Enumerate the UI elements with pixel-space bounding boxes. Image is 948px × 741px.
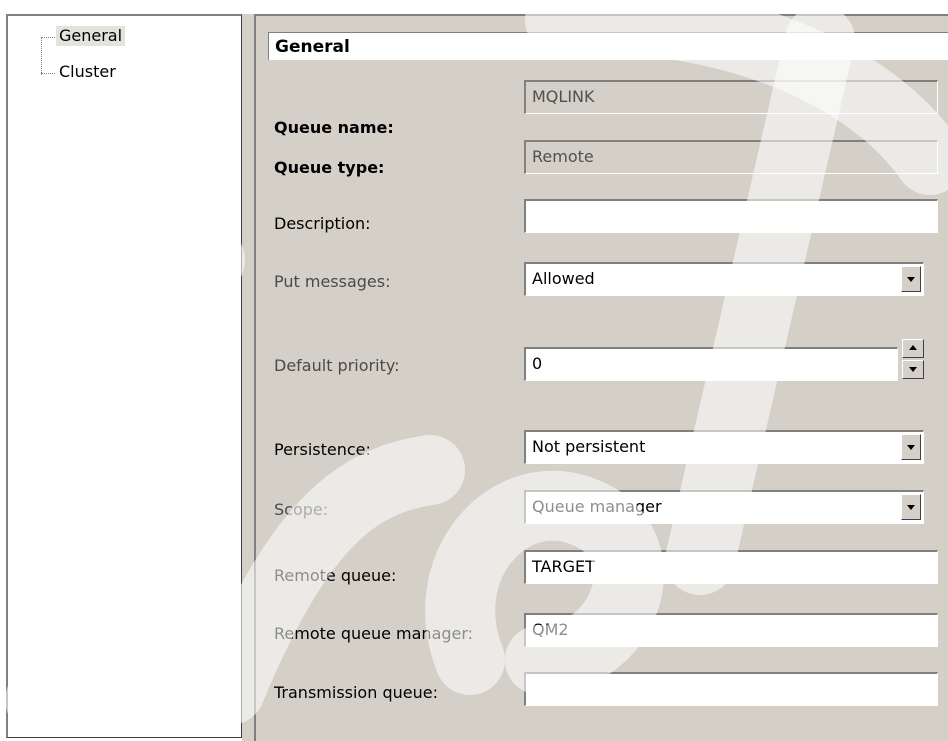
chevron-down-icon bbox=[907, 505, 915, 510]
priority-decrement-button[interactable] bbox=[902, 360, 924, 379]
tree-connector bbox=[41, 73, 55, 74]
chevron-down-icon bbox=[907, 277, 915, 282]
remote-queue-label: Remote queue: bbox=[274, 566, 397, 585]
put-messages-label: Put messages: bbox=[274, 272, 391, 291]
remote-queue-manager-input[interactable]: QM2 bbox=[524, 613, 938, 647]
tree-item-general[interactable]: General bbox=[56, 26, 126, 46]
put-messages-value: Allowed bbox=[532, 269, 595, 288]
properties-window: General Cluster General Queue name: MQLI… bbox=[0, 0, 948, 741]
scope-label: Scope: bbox=[274, 500, 329, 519]
queue-type-field: Remote bbox=[524, 140, 938, 174]
scope-select[interactable]: Queue manager bbox=[524, 490, 924, 524]
remote-queue-input[interactable]: TARGET bbox=[524, 550, 938, 584]
queue-type-label: Queue type: bbox=[274, 158, 385, 177]
persistence-label: Persistence: bbox=[274, 440, 371, 459]
transmission-queue-label: Transmission queue: bbox=[274, 683, 438, 702]
default-priority-input[interactable]: 0 bbox=[524, 347, 898, 381]
persistence-dropdown-button[interactable] bbox=[901, 434, 921, 460]
transmission-queue-input[interactable] bbox=[524, 672, 938, 706]
tree-connector bbox=[41, 37, 55, 38]
tree-connector bbox=[41, 37, 42, 75]
persistence-value: Not persistent bbox=[532, 437, 646, 456]
put-messages-select[interactable]: Allowed bbox=[524, 262, 924, 296]
scope-dropdown-button[interactable] bbox=[901, 494, 921, 520]
description-label: Description: bbox=[274, 214, 371, 233]
navigation-tree: General Cluster bbox=[6, 14, 242, 738]
put-messages-dropdown-button[interactable] bbox=[901, 266, 921, 292]
queue-name-label: Queue name: bbox=[274, 118, 394, 137]
scope-value: Queue manager bbox=[532, 497, 662, 516]
priority-increment-button[interactable] bbox=[902, 339, 924, 358]
tree-item-cluster[interactable]: Cluster bbox=[56, 62, 119, 82]
arrow-up-icon bbox=[909, 345, 917, 350]
panel-title: General bbox=[268, 32, 948, 60]
chevron-down-icon bbox=[907, 445, 915, 450]
default-priority-label: Default priority: bbox=[274, 356, 400, 375]
pane-splitter[interactable] bbox=[242, 14, 254, 741]
persistence-select[interactable]: Not persistent bbox=[524, 430, 924, 464]
arrow-down-icon bbox=[909, 367, 917, 372]
queue-name-field: MQLINK bbox=[524, 80, 938, 114]
remote-queue-manager-label: Remote queue manager: bbox=[274, 624, 474, 643]
description-input[interactable] bbox=[524, 199, 938, 233]
